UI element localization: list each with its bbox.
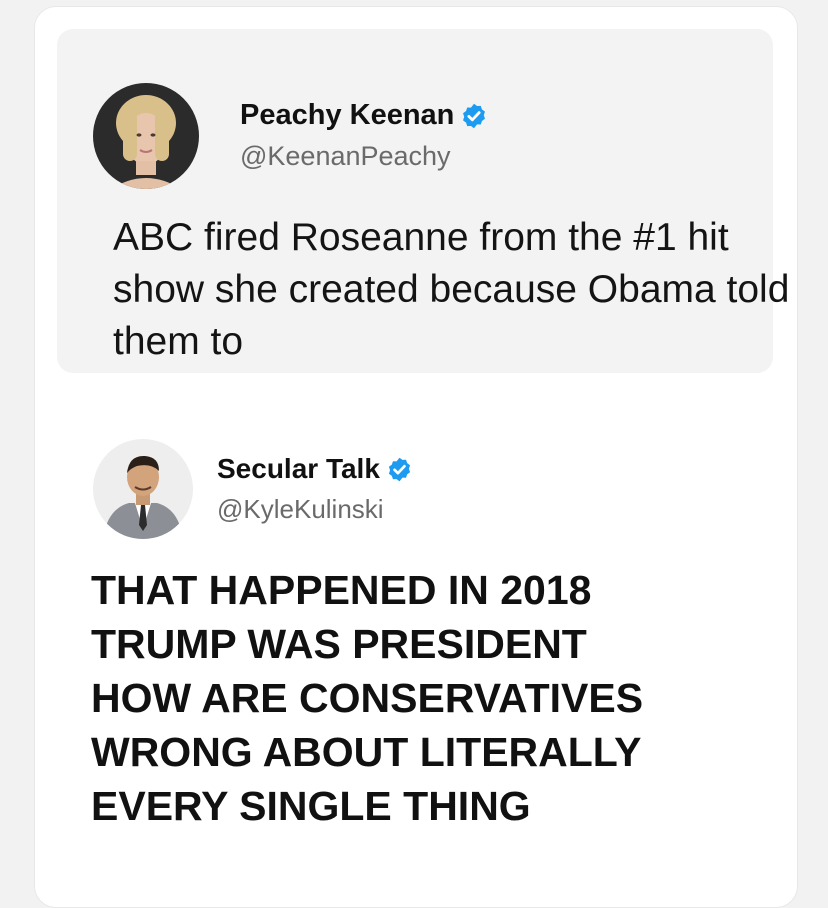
- tweet-text: ABC fired Roseanne from the #1 hit show …: [113, 216, 790, 363]
- tweet-text-line: TRUMP WAS PRESIDENT: [91, 621, 587, 667]
- tweet-text: THAT HAPPENED IN 2018 TRUMP WAS PRESIDEN…: [91, 563, 791, 833]
- avatar[interactable]: [93, 439, 193, 539]
- verified-badge-icon: [386, 456, 413, 483]
- tweet-card: Peachy Keenan @KeenanPeachy ABC fired Ro…: [34, 6, 798, 908]
- author-handle[interactable]: @KeenanPeachy: [240, 141, 451, 172]
- avatar[interactable]: [93, 83, 199, 189]
- quoted-tweet[interactable]: Peachy Keenan @KeenanPeachy ABC fired Ro…: [57, 29, 789, 373]
- tweet-text-line: WRONG ABOUT LITERALLY: [91, 729, 642, 775]
- tweet-text-line: HOW ARE CONSERVATIVES: [91, 675, 644, 721]
- verified-badge-icon: [460, 102, 488, 130]
- author-name[interactable]: Peachy Keenan: [240, 99, 488, 132]
- author-name-text: Secular Talk: [217, 453, 380, 484]
- author-name[interactable]: Secular Talk: [217, 453, 413, 485]
- tweet-text-line: THAT HAPPENED IN 2018: [91, 567, 592, 613]
- author-name-text: Peachy Keenan: [240, 99, 455, 131]
- author-handle[interactable]: @KyleKulinski: [217, 494, 384, 525]
- tweet-text-line: EVERY SINGLE THING: [91, 783, 531, 829]
